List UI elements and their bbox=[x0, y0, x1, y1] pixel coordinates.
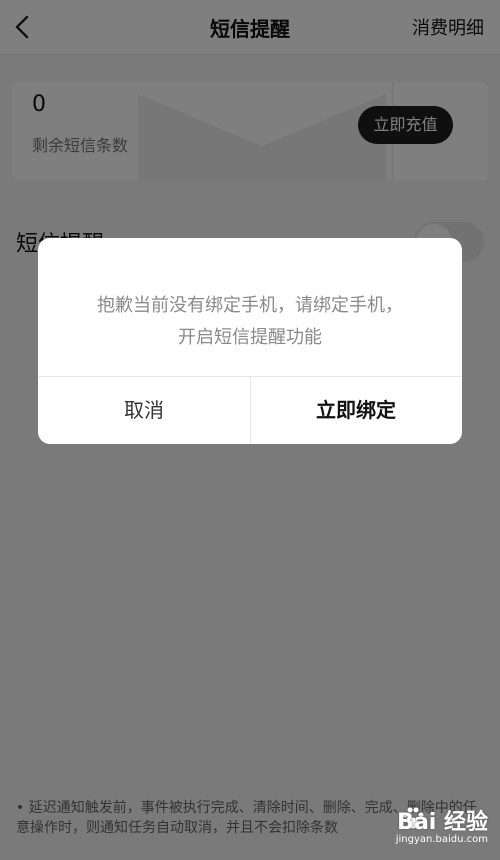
baidu-watermark: Bai 经验 jingyan.baidu.com bbox=[388, 800, 488, 852]
bind-now-button[interactable]: 立即绑定 bbox=[250, 376, 462, 444]
dialog-message-line2: 开启短信提醒功能 bbox=[178, 327, 322, 348]
dialog-message-line1: 抱歉当前没有绑定手机，请绑定手机， bbox=[97, 295, 403, 316]
dialog-message: 抱歉当前没有绑定手机，请绑定手机， 开启短信提醒功能 bbox=[38, 290, 462, 354]
watermark-brand: Bai 经验 bbox=[397, 810, 488, 835]
bind-phone-dialog: 抱歉当前没有绑定手机，请绑定手机， 开启短信提醒功能 取消 立即绑定 bbox=[38, 238, 462, 444]
watermark-url: jingyan.baidu.com bbox=[395, 834, 488, 845]
cancel-button[interactable]: 取消 bbox=[38, 376, 250, 444]
